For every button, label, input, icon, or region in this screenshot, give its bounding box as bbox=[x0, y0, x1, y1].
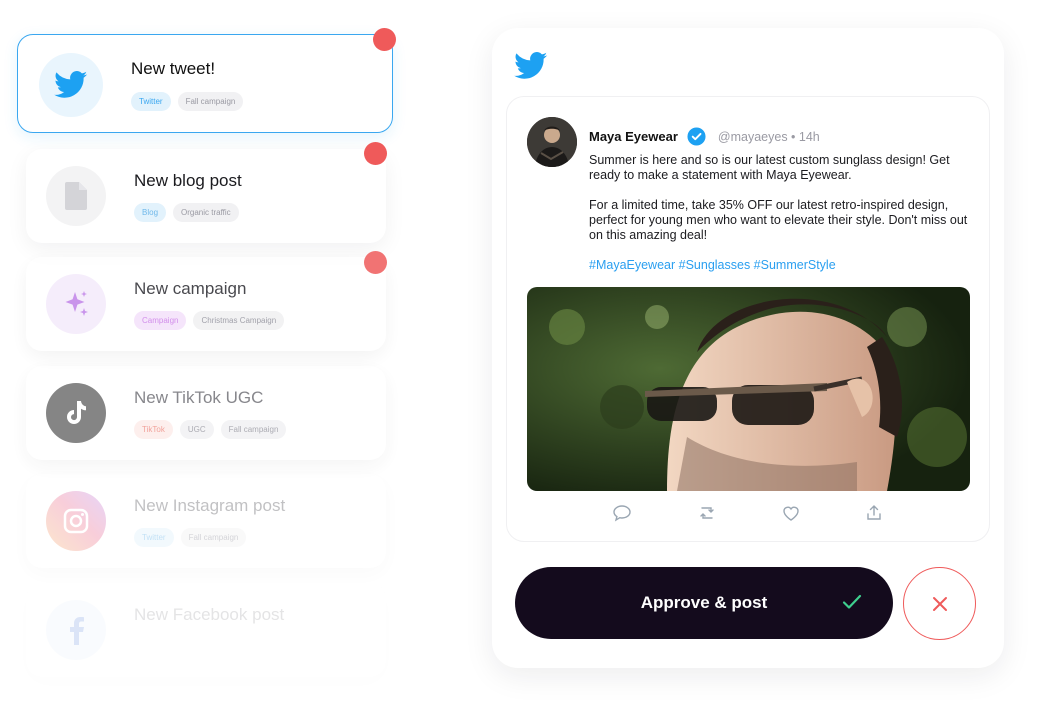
tag-twitter: Twitter bbox=[134, 528, 174, 547]
notification-title: New TikTok UGC bbox=[134, 388, 264, 407]
reject-button[interactable] bbox=[903, 567, 976, 640]
tag-ugc: UGC bbox=[179, 420, 214, 439]
checkmark-icon bbox=[842, 594, 862, 609]
notification-card-facebook[interactable]: New Facebook post bbox=[26, 583, 386, 677]
avatar bbox=[527, 117, 577, 167]
notification-title: New blog post bbox=[134, 171, 242, 190]
tag-campaign: Fall campaign bbox=[220, 420, 287, 439]
tag-blog: Blog bbox=[134, 203, 167, 222]
instagram-icon bbox=[46, 491, 106, 551]
twitter-icon bbox=[39, 53, 103, 117]
like-icon[interactable] bbox=[781, 503, 801, 523]
notification-card-campaign[interactable]: New campaign Campaign Christmas Campaign bbox=[26, 257, 386, 351]
unread-dot bbox=[364, 251, 387, 274]
tag-campaign: Campaign bbox=[134, 311, 187, 330]
tag-list: TikTok UGC Fall campaign bbox=[134, 420, 287, 439]
tag-tiktok: TikTok bbox=[134, 420, 173, 439]
tweet-actions bbox=[507, 503, 991, 527]
unread-dot bbox=[373, 28, 396, 51]
author-handle: @mayaeyes • 14h bbox=[717, 129, 820, 144]
facebook-icon bbox=[46, 600, 106, 660]
notification-card-tweet[interactable]: New tweet! Twitter Fall campaign bbox=[17, 34, 393, 133]
tweet-card: Maya Eyewear @mayaeyes • 14h Summer is h… bbox=[506, 96, 990, 542]
notification-title: New Facebook post bbox=[134, 605, 285, 624]
sparkles-icon bbox=[46, 274, 106, 334]
notification-card-blog[interactable]: New blog post Blog Organic traffic bbox=[26, 149, 386, 243]
reply-icon[interactable] bbox=[612, 503, 632, 523]
tweet-paragraph: Summer is here and so is our latest cust… bbox=[589, 153, 950, 182]
approve-button-label: Approve & post bbox=[640, 593, 768, 612]
tag-list: Campaign Christmas Campaign bbox=[134, 311, 285, 330]
tweet-preview-panel: Maya Eyewear @mayaeyes • 14h Summer is h… bbox=[492, 28, 1004, 668]
tweet-header: Maya Eyewear @mayaeyes • 14h bbox=[589, 127, 820, 146]
tag-campaign: Fall campaign bbox=[177, 92, 244, 111]
tweet-hashtags[interactable]: #MayaEyewear #Sunglasses #SummerStyle bbox=[589, 258, 969, 273]
retweet-icon[interactable] bbox=[697, 503, 717, 523]
tag-list: Twitter Fall campaign bbox=[131, 92, 244, 111]
notification-card-tiktok[interactable]: New TikTok UGC TikTok UGC Fall campaign bbox=[26, 366, 386, 460]
tiktok-icon bbox=[46, 383, 106, 443]
author-name: Maya Eyewear bbox=[589, 129, 678, 144]
notification-title: New campaign bbox=[134, 279, 247, 298]
notification-title: New Instagram post bbox=[134, 496, 286, 515]
tweet-body: Summer is here and so is our latest cust… bbox=[589, 153, 969, 288]
close-icon bbox=[932, 596, 947, 611]
unread-dot bbox=[364, 142, 387, 165]
tag-organic: Organic traffic bbox=[173, 203, 239, 222]
tag-list: Twitter Fall campaign bbox=[134, 528, 247, 547]
notification-title: New tweet! bbox=[131, 59, 216, 78]
verified-badge-icon bbox=[687, 127, 706, 146]
tag-list: Blog Organic traffic bbox=[134, 203, 239, 222]
share-icon[interactable] bbox=[864, 503, 884, 523]
twitter-logo-icon bbox=[514, 52, 548, 85]
tweet-paragraph: For a limited time, take 35% OFF our lat… bbox=[589, 198, 968, 242]
document-icon bbox=[46, 166, 106, 226]
tweet-photo[interactable] bbox=[527, 287, 970, 491]
tag-campaign: Fall campaign bbox=[180, 528, 247, 547]
tag-christmas: Christmas Campaign bbox=[193, 311, 285, 330]
notification-list: New tweet! Twitter Fall campaign New blo… bbox=[0, 0, 430, 707]
tag-twitter: Twitter bbox=[131, 92, 171, 111]
notification-card-instagram[interactable]: New Instagram post Twitter Fall campaign bbox=[26, 474, 386, 568]
approve-post-button[interactable]: Approve & post bbox=[515, 567, 893, 639]
